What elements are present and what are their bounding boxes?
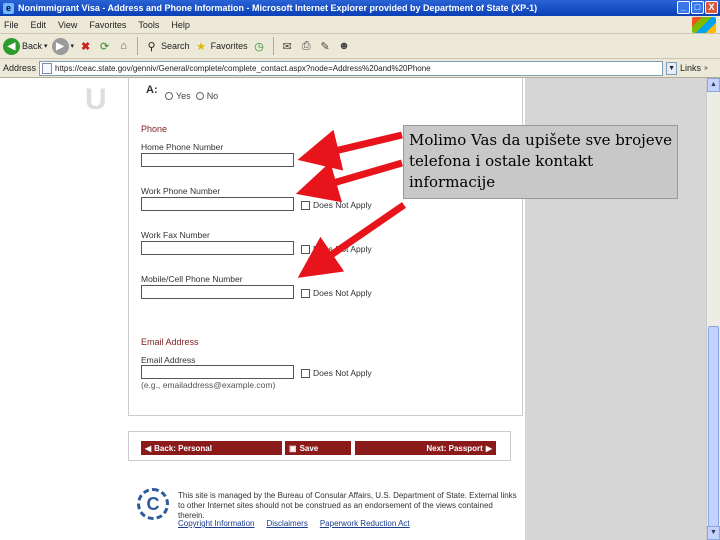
annotation-arrows — [295, 129, 406, 278]
arrow-work-phone — [295, 159, 403, 203]
arrow-home-phone — [297, 129, 403, 171]
arrow-mobile-phone — [297, 202, 406, 278]
instruction-callout: Molimo Vas da upišete sve brojeve telefo… — [403, 125, 678, 199]
